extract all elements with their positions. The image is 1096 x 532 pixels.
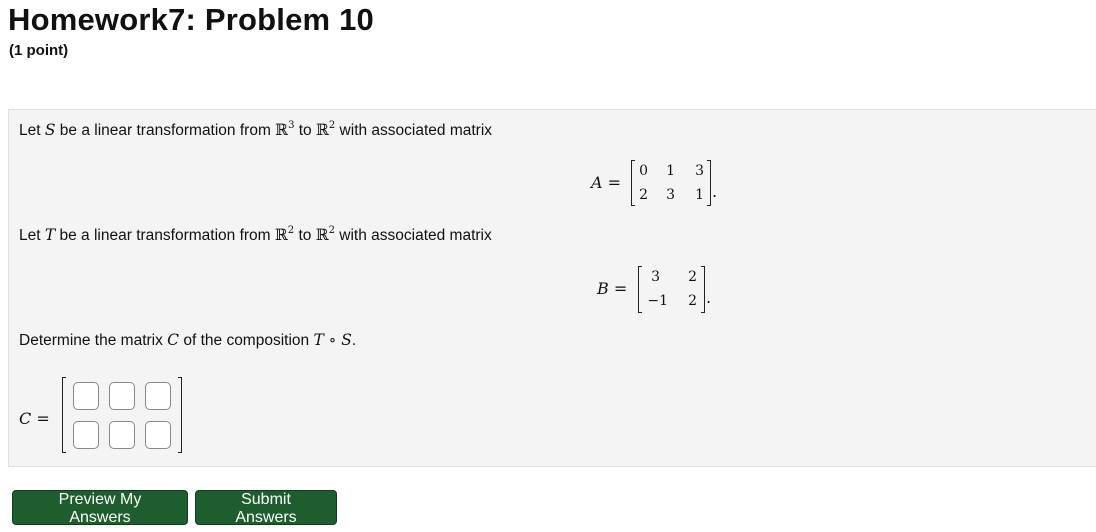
answer-matrix [62, 377, 182, 453]
matrix-a-cell: 3 [695, 163, 704, 179]
statement-3-pre: Determine the matrix [19, 332, 168, 349]
statement-2-post: with associated matrix [334, 227, 492, 244]
statement-3: Determine the matrix C of the compositio… [19, 331, 356, 350]
preview-answers-button[interactable]: Preview My Answers [12, 490, 188, 526]
matrix-b-name: B [597, 279, 609, 298]
answer-label: C = [19, 409, 50, 428]
matrix-a-equals: = [602, 173, 622, 192]
answer-input-r2c3[interactable] [145, 421, 171, 449]
answer-input-r1c3[interactable] [145, 382, 171, 410]
statement-3-mid: of the composition [179, 332, 314, 349]
reals-symbol: ℝ [274, 226, 288, 244]
var-s: S [44, 121, 56, 139]
matrix-a-cell: 0 [639, 163, 648, 179]
matrix-a-cell: 2 [639, 187, 648, 203]
statement-2-mid: be a linear transformation from [55, 227, 275, 244]
answer-input-r2c1[interactable] [73, 421, 99, 449]
statement-2: Let T be a linear transformation from ℝ2… [19, 226, 492, 245]
points-label: (1 point) [9, 42, 69, 59]
matrix-a-name: A [591, 173, 603, 192]
matrix-a-cell: 1 [666, 163, 675, 179]
statement-2-pre: Let [19, 227, 45, 244]
page-title: Homework7: Problem 10 [8, 2, 374, 37]
answer-label-text: C = [19, 409, 50, 428]
answer-input-r1c2[interactable] [109, 382, 135, 410]
reals-symbol: ℝ [275, 121, 289, 139]
matrix-b-cell: −1 [647, 293, 668, 309]
statement-1-mid: be a linear transformation from [55, 122, 276, 139]
matrix-b-cell: 3 [651, 269, 660, 285]
submit-answers-button[interactable]: Submit Answers [195, 490, 337, 526]
statement-1: Let S be a linear transformation from ℝ3… [19, 121, 492, 140]
var-t: T [44, 226, 56, 244]
statement-3-post: . [351, 332, 357, 349]
matrix-b-cell: 2 [688, 293, 697, 309]
matrix-a: 0 1 3 2 3 1 [631, 160, 711, 206]
matrix-a-cell: 3 [666, 187, 675, 203]
matrix-a-period: . [712, 182, 718, 201]
composition-expr: T ∘ S [313, 331, 352, 349]
statement-2-to: to [294, 227, 316, 244]
matrix-b-label: B = [597, 279, 627, 298]
matrix-b-period: . [706, 288, 712, 307]
matrix-a-cell: 1 [695, 187, 704, 203]
matrix-a-label: A = [591, 173, 621, 192]
answer-input-r1c1[interactable] [73, 382, 99, 410]
statement-1-pre: Let [19, 122, 45, 139]
statement-1-post: with associated matrix [335, 122, 493, 139]
matrix-b-equals: = [608, 279, 628, 298]
var-c: C [167, 331, 180, 349]
reals-symbol: ℝ [315, 226, 329, 244]
matrix-b: 3 2 −1 2 [638, 266, 705, 313]
matrix-b-cell: 2 [688, 269, 697, 285]
reals-symbol: ℝ [315, 121, 329, 139]
statement-1-to: to [294, 122, 316, 139]
answer-input-r2c2[interactable] [109, 421, 135, 449]
